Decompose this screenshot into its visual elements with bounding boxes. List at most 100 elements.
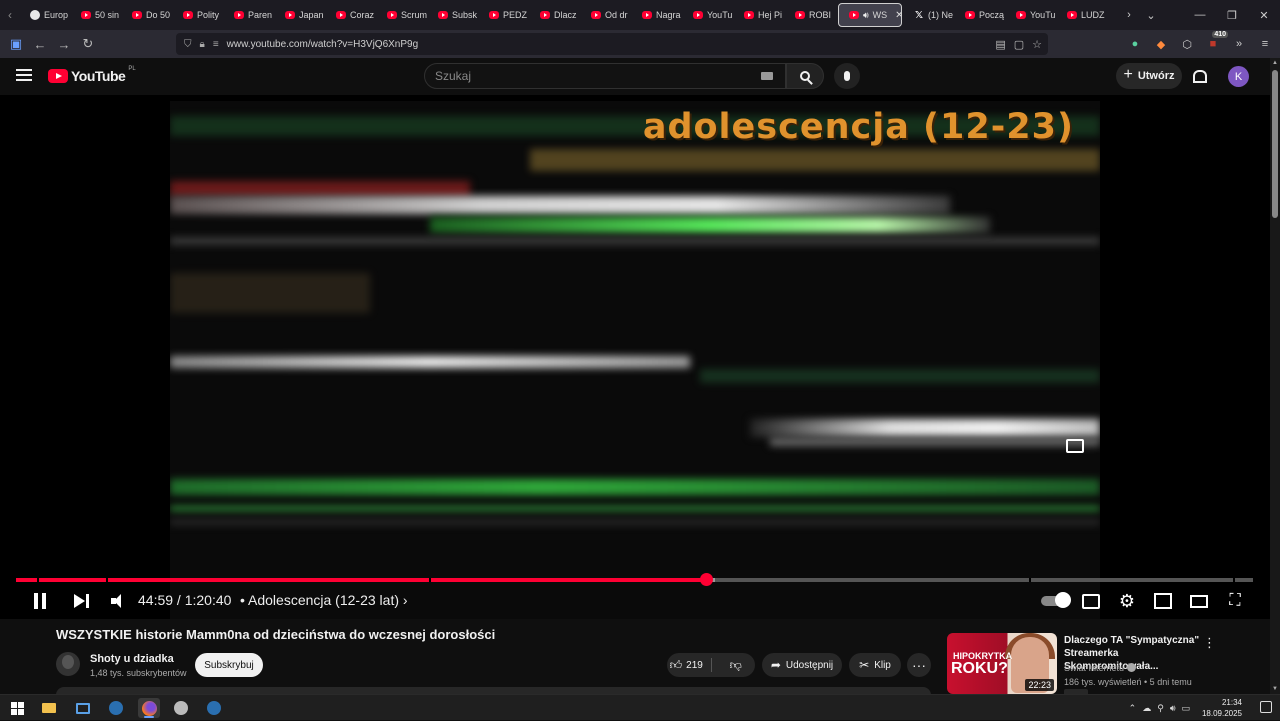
chapter-title[interactable]: • Adolescencja (12-23 lat) › <box>240 592 408 608</box>
browser-tab[interactable]: Hej Pi <box>734 0 785 30</box>
steam-secondary-icon[interactable] <box>203 698 225 718</box>
video-frame[interactable]: adolescencja (12-23) <box>170 101 1100 619</box>
search-button[interactable] <box>786 63 824 89</box>
search-input[interactable]: Szukaj <box>424 63 786 89</box>
sidebar-toggle-icon[interactable]: ▣ <box>4 32 28 56</box>
pip-icon[interactable]: ▢ <box>1014 38 1024 51</box>
reload-icon[interactable]: ↻ <box>76 32 100 56</box>
like-button[interactable]: 👍︎ 219 <box>667 658 706 673</box>
forward-icon[interactable]: → <box>52 32 76 56</box>
browser-tab[interactable]: YouTu <box>1006 0 1057 30</box>
tab-scroll-right-icon[interactable]: › <box>1118 0 1140 30</box>
tab-close-icon[interactable]: ✕ <box>895 10 901 21</box>
notification-center-icon[interactable] <box>1260 701 1272 713</box>
browser-tab[interactable]: LUDZ <box>1057 0 1108 30</box>
browser-tab[interactable]: Polity <box>173 0 224 30</box>
browser-tab[interactable]: Subsk <box>428 0 479 30</box>
notifications-bell-icon[interactable] <box>1192 68 1208 84</box>
miniplayer-icon[interactable] <box>1154 590 1172 612</box>
remote-desktop-icon[interactable] <box>72 698 94 718</box>
file-explorer-icon[interactable] <box>38 698 60 718</box>
browser-tab[interactable]: Japan <box>275 0 326 30</box>
scrubber-handle[interactable] <box>699 573 713 586</box>
tray-overflow-icon[interactable]: ⌃ <box>1129 703 1137 714</box>
channel-avatar[interactable] <box>56 652 80 676</box>
create-button[interactable]: + Utwórz <box>1116 63 1182 89</box>
browser-tab[interactable]: Paren <box>224 0 275 30</box>
firefox-icon[interactable] <box>138 698 160 718</box>
browser-tab[interactable]: Europ <box>20 0 71 30</box>
browser-tab[interactable]: PEDZ <box>479 0 530 30</box>
extensions-icon[interactable]: ⬡ <box>1178 35 1196 53</box>
more-actions-icon[interactable]: ··· <box>907 653 931 677</box>
guide-menu-icon[interactable] <box>16 69 32 81</box>
recommended-thumbnail[interactable]: HIPOKRYTKA ROKU? 22:23 <box>947 633 1057 694</box>
browser-tab[interactable]: Od dr <box>581 0 632 30</box>
autoplay-toggle[interactable] <box>1040 590 1071 612</box>
hogwarts-app-icon[interactable] <box>170 698 192 718</box>
share-button[interactable]: ➦ Udostępnij <box>762 653 842 677</box>
ublock-icon[interactable]: ■ 410 <box>1204 31 1228 53</box>
youtube-logo[interactable]: YouTube PL <box>48 66 136 84</box>
address-bar[interactable]: ⛉ 🔒︎ ≡ www.youtube.com/watch?v=H3VjQ6XnP… <box>176 33 1048 55</box>
browser-tab[interactable]: 𝕏 (1) Ne <box>904 0 955 30</box>
windows-start-icon[interactable] <box>6 698 28 718</box>
video-player[interactable]: adolescencja (12-23) <box>0 95 1270 619</box>
browser-tab[interactable]: Do 50 <box>122 0 173 30</box>
miniplayer-hint-icon[interactable] <box>1066 439 1084 453</box>
browser-tab[interactable]: Począ <box>955 0 1006 30</box>
tab-audio-icon[interactable]: 🔊︎ <box>863 10 869 21</box>
minimize-icon[interactable]: — <box>1184 0 1216 30</box>
progress-bar[interactable] <box>16 573 1253 586</box>
browser-tab[interactable]: Coraz <box>326 0 377 30</box>
back-icon[interactable]: ← <box>28 32 52 56</box>
recommended-channel[interactable]: Świat Internetu <box>1064 663 1137 673</box>
bookmark-star-icon[interactable]: ☆ <box>1032 38 1042 51</box>
browser-tab[interactable]: 50 sin <box>71 0 122 30</box>
channel-name[interactable]: Shoty u dziadka <box>90 653 174 665</box>
volume-icon[interactable] <box>107 590 125 612</box>
speaker-icon[interactable]: 🔊︎ <box>1170 703 1176 714</box>
lock-icon[interactable]: 🔒︎ <box>200 39 205 50</box>
window-close-icon[interactable]: ✕ <box>1248 0 1280 30</box>
url-text[interactable]: www.youtube.com/watch?v=H3VjQ6XnP9g <box>227 39 419 50</box>
scrollbar-thumb[interactable] <box>1272 70 1278 218</box>
battery-icon[interactable]: ▭ <box>1181 703 1190 714</box>
browser-tab[interactable]: Nagra <box>632 0 683 30</box>
wifi-icon[interactable]: ⚲ <box>1157 703 1164 714</box>
voice-search-button[interactable] <box>834 63 860 89</box>
app-menu-icon[interactable]: ≡ <box>1256 35 1274 53</box>
scroll-down-icon[interactable]: ▼ <box>1272 686 1278 692</box>
vpn-extension-icon[interactable]: ● <box>1126 35 1144 53</box>
tab-scroll-left-icon[interactable]: ‹ <box>0 0 20 30</box>
account-avatar[interactable]: K <box>1228 66 1249 87</box>
fox-extension-icon[interactable]: ◆ <box>1152 35 1170 53</box>
pause-icon[interactable] <box>30 590 50 612</box>
tab-list-dropdown-icon[interactable]: ⌄ <box>1140 0 1162 30</box>
theater-mode-icon[interactable] <box>1190 590 1208 612</box>
page-scrollbar[interactable]: ▲ ▼ <box>1270 58 1280 694</box>
subscribe-button[interactable]: Subskrybuj <box>195 653 263 677</box>
tracking-shield-icon[interactable]: ⛉ <box>184 39 192 50</box>
active-tab[interactable]: 🔊︎WS ✕ <box>838 3 902 27</box>
keyboard-icon[interactable] <box>761 72 773 80</box>
overflow-menu-icon[interactable]: » <box>1230 35 1248 53</box>
browser-tab[interactable]: YouTu <box>683 0 734 30</box>
onedrive-icon[interactable]: ☁ <box>1142 703 1151 714</box>
dislike-button[interactable]: 👎︎ <box>717 658 756 673</box>
restore-icon[interactable]: ❐ <box>1216 0 1248 30</box>
browser-tab[interactable]: Dlacz <box>530 0 581 30</box>
permissions-icon[interactable]: ≡ <box>213 39 219 50</box>
recommended-menu-icon[interactable]: ⋮ <box>1203 635 1216 651</box>
fullscreen-icon[interactable]: ⛶ <box>1226 590 1244 612</box>
browser-tab[interactable]: ROBI <box>785 0 836 30</box>
steam-icon[interactable] <box>105 698 127 718</box>
subtitles-icon[interactable] <box>1082 590 1100 612</box>
next-video-icon[interactable] <box>72 590 90 612</box>
clip-button[interactable]: ✂ Klip <box>849 653 901 677</box>
taskbar-clock[interactable]: 21:34 18.09.2025 <box>1202 697 1242 719</box>
scroll-up-icon[interactable]: ▲ <box>1272 60 1278 66</box>
browser-tab[interactable]: Scrum <box>377 0 428 30</box>
reader-view-icon[interactable]: ▤ <box>995 38 1005 51</box>
settings-gear-icon[interactable]: ⚙ <box>1118 590 1136 612</box>
